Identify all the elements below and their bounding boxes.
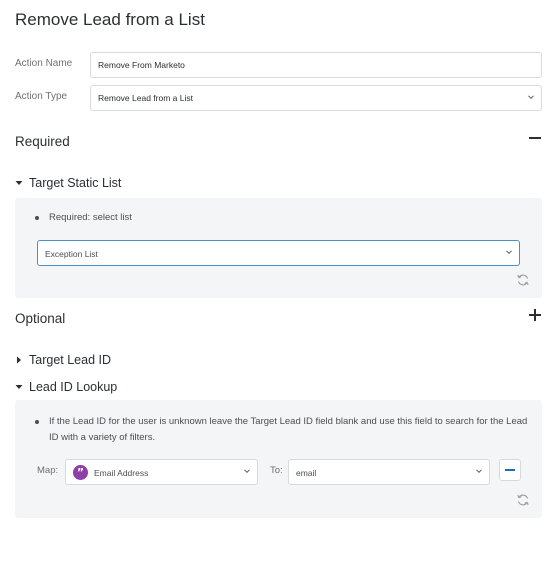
minus-icon[interactable] <box>528 131 542 145</box>
refresh-icon[interactable] <box>516 493 530 507</box>
lead-id-lookup-heading: Lead ID Lookup <box>29 380 118 394</box>
plus-icon[interactable] <box>528 308 542 322</box>
required-note: Required: select list <box>35 210 515 226</box>
action-type-value: Remove Lead from a List <box>98 93 193 103</box>
to-select[interactable]: email <box>288 459 490 485</box>
to-label: To: <box>270 465 283 476</box>
to-value: email <box>296 468 317 478</box>
chevron-down-icon <box>244 468 250 474</box>
static-list-value: Exception List <box>45 249 98 259</box>
chevron-down-icon <box>528 94 534 100</box>
target-static-list-toggle[interactable]: Target Static List <box>15 176 121 190</box>
caret-down-icon <box>15 176 25 190</box>
action-name-label: Action Name <box>15 58 73 69</box>
refresh-icon[interactable] <box>516 273 530 287</box>
lead-id-lookup-toggle[interactable]: Lead ID Lookup <box>15 380 117 394</box>
target-static-list-panel: Required: select list Exception List <box>15 198 542 298</box>
caret-right-icon <box>15 353 25 367</box>
action-name-input[interactable]: Remove From Marketo <box>90 52 542 78</box>
caret-down-icon <box>15 380 25 394</box>
target-lead-id-heading: Target Lead ID <box>29 353 111 367</box>
map-select[interactable]: ” Email Address <box>65 459 258 485</box>
chevron-down-icon <box>476 468 482 474</box>
chevron-down-icon <box>506 249 512 255</box>
action-name-row: Action Name Remove From Marketo <box>15 52 542 78</box>
quote-icon: ” <box>73 465 88 480</box>
lookup-note: If the Lead ID for the user is unknown l… <box>35 414 535 446</box>
action-type-select[interactable]: Remove Lead from a List <box>90 85 542 111</box>
action-type-label: Action Type <box>15 91 68 102</box>
map-label: Map: <box>37 465 59 476</box>
remove-mapping-button[interactable] <box>499 459 521 481</box>
static-list-select[interactable]: Exception List <box>37 240 520 266</box>
lead-id-lookup-panel: If the Lead ID for the user is unknown l… <box>15 400 542 518</box>
map-value: Email Address <box>94 468 149 478</box>
optional-heading: Optional <box>15 311 66 326</box>
action-type-row: Action Type Remove Lead from a List <box>15 85 542 111</box>
page-title: Remove Lead from a List <box>15 10 205 29</box>
target-static-list-heading: Target Static List <box>29 176 122 190</box>
required-heading: Required <box>15 134 70 149</box>
target-lead-id-toggle[interactable]: Target Lead ID <box>15 353 111 367</box>
